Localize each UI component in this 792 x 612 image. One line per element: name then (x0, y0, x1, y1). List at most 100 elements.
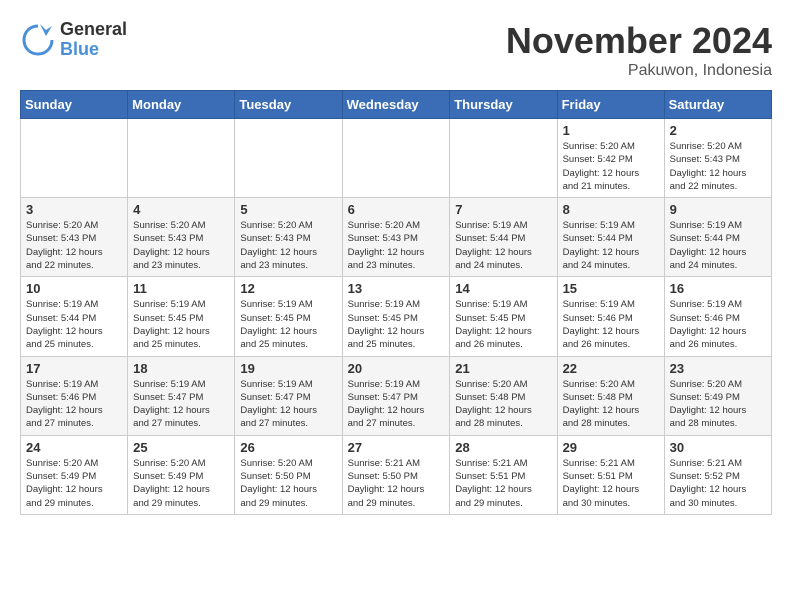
day-number: 2 (670, 123, 766, 138)
day-info: Sunrise: 5:19 AM Sunset: 5:44 PM Dayligh… (563, 219, 659, 272)
day-info: Sunrise: 5:20 AM Sunset: 5:48 PM Dayligh… (455, 378, 551, 431)
weekday-header: Saturday (664, 91, 771, 119)
weekday-header-row: SundayMondayTuesdayWednesdayThursdayFrid… (21, 91, 772, 119)
weekday-header: Sunday (21, 91, 128, 119)
calendar-cell: 6 Sunrise: 5:20 AM Sunset: 5:43 PM Daylig… (342, 198, 450, 277)
calendar-week-row: 24 Sunrise: 5:20 AM Sunset: 5:49 PM Dayli… (21, 435, 772, 514)
day-info: Sunrise: 5:20 AM Sunset: 5:50 PM Dayligh… (240, 457, 336, 510)
calendar-cell: 10 Sunrise: 5:19 AM Sunset: 5:44 PM Dayli… (21, 277, 128, 356)
day-info: Sunrise: 5:19 AM Sunset: 5:45 PM Dayligh… (455, 298, 551, 351)
day-info: Sunrise: 5:19 AM Sunset: 5:46 PM Dayligh… (670, 298, 766, 351)
day-number: 16 (670, 281, 766, 296)
calendar-cell: 24 Sunrise: 5:20 AM Sunset: 5:49 PM Dayli… (21, 435, 128, 514)
month-title: November 2024 (506, 20, 772, 62)
day-info: Sunrise: 5:21 AM Sunset: 5:50 PM Dayligh… (348, 457, 445, 510)
day-number: 10 (26, 281, 122, 296)
calendar-cell: 15 Sunrise: 5:19 AM Sunset: 5:46 PM Dayli… (557, 277, 664, 356)
calendar-cell: 5 Sunrise: 5:20 AM Sunset: 5:43 PM Daylig… (235, 198, 342, 277)
calendar-cell: 2 Sunrise: 5:20 AM Sunset: 5:43 PM Daylig… (664, 119, 771, 198)
day-info: Sunrise: 5:20 AM Sunset: 5:42 PM Dayligh… (563, 140, 659, 193)
day-number: 15 (563, 281, 659, 296)
day-number: 5 (240, 202, 336, 217)
day-info: Sunrise: 5:20 AM Sunset: 5:49 PM Dayligh… (26, 457, 122, 510)
day-info: Sunrise: 5:19 AM Sunset: 5:45 PM Dayligh… (240, 298, 336, 351)
logo-text: General Blue (60, 20, 127, 60)
day-number: 25 (133, 440, 229, 455)
calendar-cell: 29Sunrise: 5:21 AM Sunset: 5:51 PM Dayli… (557, 435, 664, 514)
day-info: Sunrise: 5:20 AM Sunset: 5:48 PM Dayligh… (563, 378, 659, 431)
calendar-cell (342, 119, 450, 198)
weekday-header: Thursday (450, 91, 557, 119)
calendar-cell: 23 Sunrise: 5:20 AM Sunset: 5:49 PM Dayli… (664, 356, 771, 435)
day-number: 8 (563, 202, 659, 217)
day-number: 14 (455, 281, 551, 296)
calendar-cell: 3 Sunrise: 5:20 AM Sunset: 5:43 PM Daylig… (21, 198, 128, 277)
day-number: 11 (133, 281, 229, 296)
calendar-cell (235, 119, 342, 198)
day-info: Sunrise: 5:20 AM Sunset: 5:43 PM Dayligh… (240, 219, 336, 272)
day-number: 26 (240, 440, 336, 455)
calendar-cell: 25 Sunrise: 5:20 AM Sunset: 5:49 PM Dayli… (128, 435, 235, 514)
day-number: 23 (670, 361, 766, 376)
day-number: 24 (26, 440, 122, 455)
day-info: Sunrise: 5:20 AM Sunset: 5:49 PM Dayligh… (670, 378, 766, 431)
day-info: Sunrise: 5:20 AM Sunset: 5:43 PM Dayligh… (26, 219, 122, 272)
calendar-cell: 4 Sunrise: 5:20 AM Sunset: 5:43 PM Daylig… (128, 198, 235, 277)
calendar-cell: 28 Sunrise: 5:21 AM Sunset: 5:51 PM Dayli… (450, 435, 557, 514)
calendar-cell: 30 Sunrise: 5:21 AM Sunset: 5:52 PM Dayli… (664, 435, 771, 514)
calendar-cell (21, 119, 128, 198)
day-info: Sunrise: 5:19 AM Sunset: 5:47 PM Dayligh… (133, 378, 229, 431)
day-info: Sunrise: 5:21 AM Sunset: 5:51 PM Dayligh… (455, 457, 551, 510)
day-info: Sunrise: 5:20 AM Sunset: 5:49 PM Dayligh… (133, 457, 229, 510)
day-number: 28 (455, 440, 551, 455)
day-number: 3 (26, 202, 122, 217)
day-number: 6 (348, 202, 445, 217)
calendar-cell: 11 Sunrise: 5:19 AM Sunset: 5:45 PM Dayli… (128, 277, 235, 356)
day-info: Sunrise: 5:19 AM Sunset: 5:47 PM Dayligh… (348, 378, 445, 431)
day-number: 12 (240, 281, 336, 296)
calendar-week-row: 10 Sunrise: 5:19 AM Sunset: 5:44 PM Dayli… (21, 277, 772, 356)
day-number: 27 (348, 440, 445, 455)
calendar-cell (450, 119, 557, 198)
weekday-header: Wednesday (342, 91, 450, 119)
weekday-header: Tuesday (235, 91, 342, 119)
page-header: General Blue November 2024 Pakuwon, Indo… (20, 20, 772, 80)
weekday-header: Monday (128, 91, 235, 119)
calendar-cell: 17Sunrise: 5:19 AM Sunset: 5:46 PM Dayli… (21, 356, 128, 435)
day-number: 4 (133, 202, 229, 217)
day-number: 21 (455, 361, 551, 376)
day-info: Sunrise: 5:19 AM Sunset: 5:46 PM Dayligh… (563, 298, 659, 351)
day-info: Sunrise: 5:21 AM Sunset: 5:52 PM Dayligh… (670, 457, 766, 510)
day-number: 22 (563, 361, 659, 376)
day-number: 20 (348, 361, 445, 376)
calendar-cell: 27 Sunrise: 5:21 AM Sunset: 5:50 PM Dayli… (342, 435, 450, 514)
title-section: November 2024 Pakuwon, Indonesia (506, 20, 772, 80)
calendar-cell: 26 Sunrise: 5:20 AM Sunset: 5:50 PM Dayli… (235, 435, 342, 514)
day-info: Sunrise: 5:19 AM Sunset: 5:44 PM Dayligh… (670, 219, 766, 272)
day-info: Sunrise: 5:20 AM Sunset: 5:43 PM Dayligh… (670, 140, 766, 193)
day-info: Sunrise: 5:19 AM Sunset: 5:47 PM Dayligh… (240, 378, 336, 431)
logo-icon (20, 22, 56, 58)
day-info: Sunrise: 5:19 AM Sunset: 5:44 PM Dayligh… (26, 298, 122, 351)
day-number: 17 (26, 361, 122, 376)
calendar-cell: 8 Sunrise: 5:19 AM Sunset: 5:44 PM Daylig… (557, 198, 664, 277)
logo-line1: General (60, 20, 127, 40)
calendar-cell: 13Sunrise: 5:19 AM Sunset: 5:45 PM Dayli… (342, 277, 450, 356)
day-number: 29 (563, 440, 659, 455)
day-number: 19 (240, 361, 336, 376)
calendar-cell: 21 Sunrise: 5:20 AM Sunset: 5:48 PM Dayli… (450, 356, 557, 435)
day-info: Sunrise: 5:20 AM Sunset: 5:43 PM Dayligh… (348, 219, 445, 272)
logo: General Blue (20, 20, 127, 60)
day-info: Sunrise: 5:19 AM Sunset: 5:45 PM Dayligh… (133, 298, 229, 351)
day-number: 30 (670, 440, 766, 455)
calendar-cell: 7Sunrise: 5:19 AM Sunset: 5:44 PM Daylig… (450, 198, 557, 277)
day-number: 7 (455, 202, 551, 217)
calendar-week-row: 17Sunrise: 5:19 AM Sunset: 5:46 PM Dayli… (21, 356, 772, 435)
calendar-cell: 22 Sunrise: 5:20 AM Sunset: 5:48 PM Dayli… (557, 356, 664, 435)
calendar-cell (128, 119, 235, 198)
day-number: 1 (563, 123, 659, 138)
day-info: Sunrise: 5:19 AM Sunset: 5:45 PM Dayligh… (348, 298, 445, 351)
calendar-week-row: 1 Sunrise: 5:20 AM Sunset: 5:42 PM Daylig… (21, 119, 772, 198)
calendar-week-row: 3 Sunrise: 5:20 AM Sunset: 5:43 PM Daylig… (21, 198, 772, 277)
day-info: Sunrise: 5:20 AM Sunset: 5:43 PM Dayligh… (133, 219, 229, 272)
